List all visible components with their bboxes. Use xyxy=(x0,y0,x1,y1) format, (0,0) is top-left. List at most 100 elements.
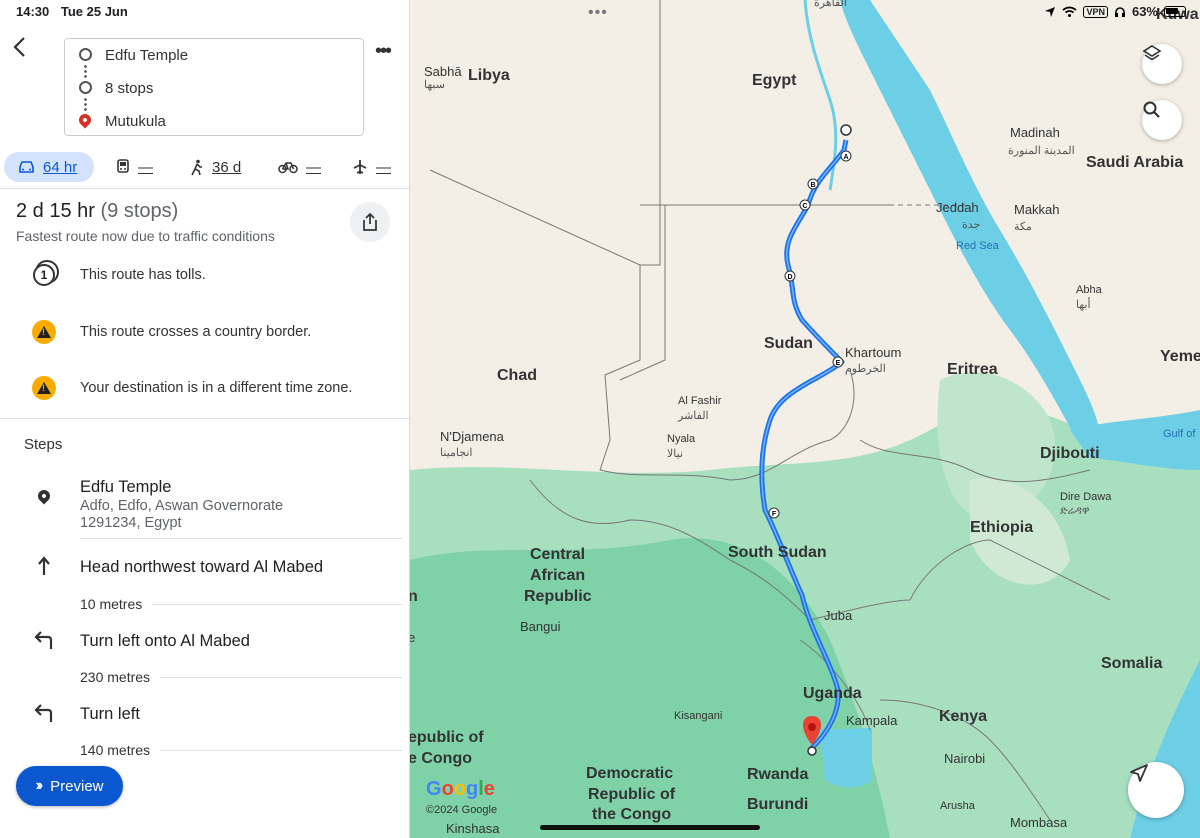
route-dots xyxy=(84,64,87,78)
map-label-burundi: Burundi xyxy=(747,796,809,813)
mode-cycling[interactable]: — xyxy=(278,152,321,182)
destination-pin-icon xyxy=(76,111,94,129)
step-distance: 140 metres xyxy=(80,742,402,758)
map-label-mombasa: Mombasa xyxy=(1010,815,1068,830)
waypoint-d: D xyxy=(787,274,792,281)
map-label-kinshasa: Kinshasa xyxy=(446,821,500,836)
map-canvas: A B C D E F xyxy=(410,0,1200,838)
step-distance-value: 140 metres xyxy=(80,742,151,758)
origin-circle-icon xyxy=(79,48,92,61)
map-label-egypt: Egypt xyxy=(752,72,797,89)
map-label-cairo: القاهرة xyxy=(814,0,847,9)
map-label-rwanda: Rwanda xyxy=(747,766,809,783)
map-label-sabha-ar: سبها xyxy=(424,79,445,91)
map-label-makkah: Makkah xyxy=(1014,202,1060,217)
notice-timezone-text: Your destination is in a different time … xyxy=(80,380,353,396)
search-map-button[interactable] xyxy=(1142,100,1182,140)
arrow-up-icon xyxy=(32,556,56,580)
map-label-saudi-arabia: Saudi Arabia xyxy=(1086,154,1184,171)
more-options-button[interactable]: ••• xyxy=(375,40,392,63)
map-label-partial-n: n xyxy=(410,588,418,605)
waypoint-f: F xyxy=(772,511,777,518)
waypoint-a: A xyxy=(843,154,848,161)
map-label-abha-ar: أبها xyxy=(1076,299,1091,311)
step-distance: 230 metres xyxy=(80,669,402,685)
map-label-ndjamena-ar: انجامينا xyxy=(440,447,473,459)
map-label-kisangani: Kisangani xyxy=(674,710,723,722)
map-copyright: ©2024 Google xyxy=(426,804,498,816)
status-date: Tue 25 Jun xyxy=(60,4,128,19)
destination-field[interactable]: Mutukula xyxy=(105,113,166,130)
share-button[interactable] xyxy=(350,202,390,242)
location-arrow-icon xyxy=(1045,6,1056,17)
status-bar-left: 14:30 Tue 25 Jun xyxy=(16,4,136,19)
map-label-eritrea: Eritrea xyxy=(947,361,998,378)
battery-percent: 63% xyxy=(1131,4,1158,19)
map-label-nyala: Nyala xyxy=(667,433,696,445)
bike-icon xyxy=(278,162,298,174)
route-duration: 2 d 15 hr xyxy=(16,200,95,222)
home-indicator[interactable] xyxy=(540,825,760,830)
mode-transit[interactable]: — xyxy=(116,152,153,182)
mode-driving[interactable]: 64 hr xyxy=(4,152,94,182)
mode-walking[interactable]: 36 d xyxy=(190,152,241,182)
google-logo: Google xyxy=(426,778,495,800)
map-label-red-sea: Red Sea xyxy=(956,240,999,252)
map-label-khartoum: Khartoum xyxy=(845,345,902,360)
stops-field[interactable]: 8 stops xyxy=(105,80,153,97)
map-label-al-fashir: Al Fashir xyxy=(678,395,722,407)
chevron-left-icon xyxy=(13,37,25,57)
map-label-ethiopia: Ethiopia xyxy=(970,519,1034,536)
map-label-arusha: Arusha xyxy=(940,800,975,812)
map-label-drc-3: the Congo xyxy=(592,806,672,823)
start-navigation-button[interactable] xyxy=(1128,762,1184,818)
status-time: 14:30 xyxy=(16,4,50,19)
map-label-kampala: Kampala xyxy=(846,713,898,728)
steps-header: Steps xyxy=(24,436,63,453)
drag-handle[interactable]: ••• xyxy=(588,4,608,22)
map-label-ndjamena: N'Djamena xyxy=(440,429,504,444)
map-label-dire-dawa: Dire Dawa xyxy=(1060,491,1112,503)
map-label-bangui: Bangui xyxy=(520,619,561,634)
map-label-madinah: Madinah xyxy=(1010,125,1060,140)
turn-left-icon xyxy=(32,703,56,727)
layers-button[interactable] xyxy=(1142,44,1182,84)
pin-icon xyxy=(35,487,53,505)
travel-modes: 64 hr — 36 d — — xyxy=(0,152,409,182)
step-divider xyxy=(80,538,402,539)
map-label-sabha: Sabhā xyxy=(424,64,462,79)
map-label-kenya: Kenya xyxy=(939,708,988,725)
map-label-uganda: Uganda xyxy=(803,685,862,702)
headphones-icon xyxy=(1114,6,1125,17)
map-label-car-2: African xyxy=(530,567,586,584)
origin-field[interactable]: Edfu Temple xyxy=(105,47,188,64)
map-label-dire-dawa-am: ድሬዳዋ xyxy=(1060,505,1090,517)
mode-driving-value: 64 hr xyxy=(43,158,78,176)
step-title: Turn left xyxy=(80,705,140,723)
step-title: Turn left onto Al Mabed xyxy=(80,632,250,650)
stops-circle-icon xyxy=(79,81,92,94)
map-label-khartoum-ar: الخرطوم xyxy=(845,363,886,375)
notice-border-text: This route crosses a country border. xyxy=(80,324,312,340)
mode-cycling-value: — xyxy=(306,158,321,176)
toll-icon: 1 xyxy=(33,264,55,286)
walk-icon xyxy=(191,159,202,175)
preview-button[interactable]: ›› Preview xyxy=(16,766,123,806)
map-label-drc-2: Republic of xyxy=(588,786,676,803)
map-label-juba: Juba xyxy=(824,608,853,623)
step-address-line2: 1291234, Egypt xyxy=(80,515,182,531)
mode-flight[interactable]: — xyxy=(352,152,391,182)
map-label-congo-2: e Congo xyxy=(410,750,472,767)
map-view[interactable]: A B C D E F القاهرة Sabhā سبها Libya Egy… xyxy=(410,0,1200,838)
map-label-chad: Chad xyxy=(497,367,537,384)
vpn-badge: VPN xyxy=(1083,5,1108,18)
back-button[interactable] xyxy=(12,36,34,58)
waypoint-e: E xyxy=(836,360,841,367)
notice-border: This route crosses a country border. xyxy=(0,320,409,350)
notice-tolls-text: This route has tolls. xyxy=(80,267,206,283)
map-label-jeddah: Jeddah xyxy=(936,200,979,215)
map-label-partial-e: e xyxy=(410,630,416,645)
map-label-madinah-ar: المدينة المنورة xyxy=(1008,145,1075,157)
share-icon xyxy=(363,213,377,231)
mode-transit-value: — xyxy=(138,158,153,176)
